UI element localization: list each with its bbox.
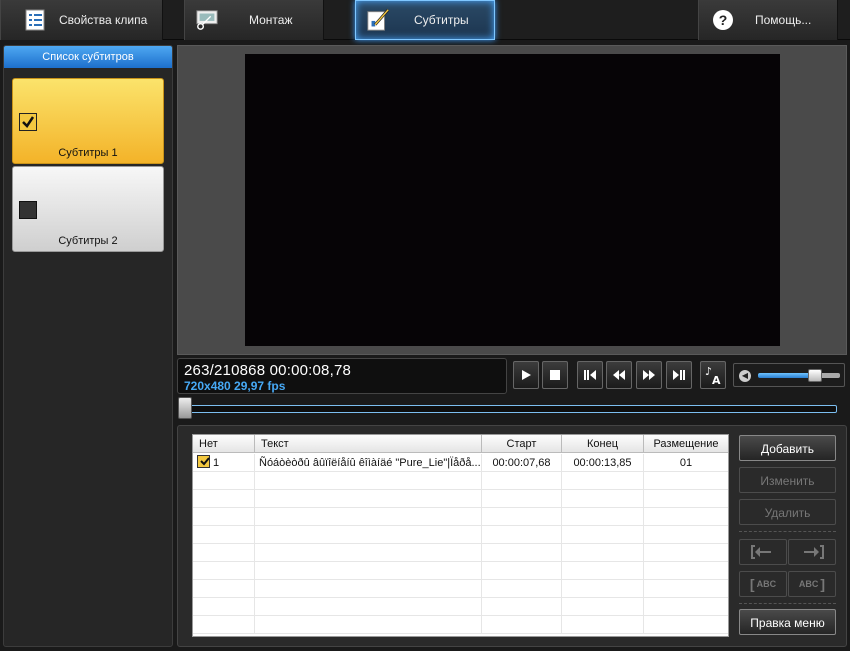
video-preview-frame <box>177 45 847 355</box>
table-row[interactable]: 1 Ñóáòèòðû âûïîëíåíû êîìàíäé "Pure_Lie"|… <box>193 454 728 472</box>
edit-menu-button[interactable]: Правка меню <box>739 609 836 635</box>
table-row[interactable] <box>193 472 728 490</box>
scissors-film-icon <box>195 8 219 32</box>
panel-title: Список субтитров <box>4 46 172 68</box>
table-row[interactable] <box>193 544 728 562</box>
video-preview <box>245 54 780 346</box>
subtitle-editor-panel: Нет Текст Старт Конец Размещение 1 Ñóáòè… <box>177 425 847 647</box>
stop-icon <box>550 370 560 380</box>
rewind-button[interactable] <box>606 361 632 389</box>
edit-button[interactable]: Изменить <box>739 467 836 493</box>
play-icon <box>522 370 531 380</box>
tab-help[interactable]: ? Помощь... <box>698 0 838 40</box>
row-start-cell: 00:00:07,68 <box>482 454 562 472</box>
shift-left-button[interactable] <box>739 539 787 565</box>
rewind-icon <box>613 370 625 380</box>
step-back-icon <box>584 370 596 380</box>
fast-forward-button[interactable] <box>636 361 662 389</box>
abc-left-button[interactable]: [ABC <box>739 571 787 597</box>
checkbox-checked[interactable] <box>19 113 37 131</box>
volume-knob[interactable] <box>808 369 822 382</box>
subtitle-font-icon: ♪A <box>705 365 721 385</box>
frame-time-readout: 263/210868 00:00:08,78 <box>184 362 352 379</box>
bracket-right-icon: ] <box>820 576 826 592</box>
row-text-cell: Ñóáòèòðû âûïîëíåíû êîìàíäé "Pure_Lie"|Ïå… <box>255 454 482 472</box>
bracket-left-icon: [ <box>749 576 755 592</box>
subtitle-track-1[interactable]: Субтитры 1 <box>12 78 164 164</box>
column-header[interactable]: Текст <box>255 435 482 453</box>
row-placement-cell: 01 <box>679 457 693 469</box>
fast-forward-icon <box>643 370 655 380</box>
tab-montage[interactable]: Монтаж <box>184 0 324 40</box>
table-row[interactable] <box>193 526 728 544</box>
row-end-cell: 00:00:13,85 <box>562 454 644 472</box>
video-format-readout: 720x480 29,97 fps <box>184 379 286 393</box>
help-icon: ? <box>711 8 735 32</box>
shift-right-button[interactable] <box>788 539 836 565</box>
delete-button[interactable]: Удалить <box>739 499 836 525</box>
table-header: Нет Текст Старт Конец Размещение <box>193 435 728 453</box>
column-header[interactable]: Старт <box>482 435 562 453</box>
subtitle-font-button[interactable]: ♪ A <box>700 361 726 389</box>
svg-text:♪: ♪ <box>705 365 712 378</box>
volume-slider[interactable]: ◀ <box>733 363 845 387</box>
subtitle-list-panel: Список субтитров Субтитры 1 Субтитры 2 <box>3 45 173 647</box>
table-row[interactable] <box>193 616 728 634</box>
subtitle-track-2[interactable]: Субтитры 2 <box>12 166 164 252</box>
table-row[interactable] <box>193 508 728 526</box>
step-forward-icon <box>673 370 685 380</box>
subtitle-track-label: Субтитры 1 <box>58 147 118 159</box>
row-checkbox[interactable] <box>197 455 210 468</box>
divider <box>739 603 836 604</box>
bracket-arrow-left-icon <box>751 545 771 559</box>
column-header[interactable]: Нет <box>193 435 255 453</box>
step-back-button[interactable] <box>577 361 603 389</box>
subtitle-track-label: Субтитры 2 <box>58 235 118 247</box>
playback-info: 263/210868 00:00:08,78 720x480 29,97 fps <box>177 358 507 394</box>
column-header[interactable]: Конец <box>562 435 644 453</box>
tab-subtitles[interactable]: Субтитры <box>355 0 495 40</box>
tab-label: Монтаж <box>249 13 293 27</box>
tab-label: Помощь... <box>755 13 812 27</box>
play-button[interactable] <box>513 361 539 389</box>
table-row[interactable] <box>193 490 728 508</box>
column-header[interactable]: Размещение <box>644 435 728 453</box>
bracket-arrow-right-icon <box>804 545 824 559</box>
step-forward-button[interactable] <box>666 361 692 389</box>
checkbox-unchecked[interactable] <box>19 201 37 219</box>
table-row[interactable] <box>193 562 728 580</box>
seek-thumb[interactable] <box>178 397 192 419</box>
svg-text:A: A <box>712 374 721 385</box>
speaker-icon: ◀ <box>739 370 751 382</box>
tab-clip-properties[interactable]: Свойства клипа <box>0 0 163 40</box>
seek-bar[interactable] <box>180 405 837 413</box>
list-icon <box>23 8 47 32</box>
stop-button[interactable] <box>542 361 568 389</box>
table-body: 1 Ñóáòèòðû âûïîëíåíû êîìàíäé "Pure_Lie"|… <box>193 454 728 634</box>
divider <box>739 531 836 532</box>
row-number-cell: 1 <box>193 454 255 472</box>
top-tab-bar: Свойства клипа Монтаж Субтитры ? Помощь.… <box>0 0 850 40</box>
subtitle-table: Нет Текст Старт Конец Размещение 1 Ñóáòè… <box>192 434 729 637</box>
subtitle-edit-icon <box>366 8 390 32</box>
add-button[interactable]: Добавить <box>739 435 836 461</box>
table-row[interactable] <box>193 580 728 598</box>
table-row[interactable] <box>193 598 728 616</box>
tab-label: Субтитры <box>414 13 469 27</box>
abc-right-button[interactable]: ABC] <box>788 571 836 597</box>
tab-label: Свойства клипа <box>59 13 148 27</box>
